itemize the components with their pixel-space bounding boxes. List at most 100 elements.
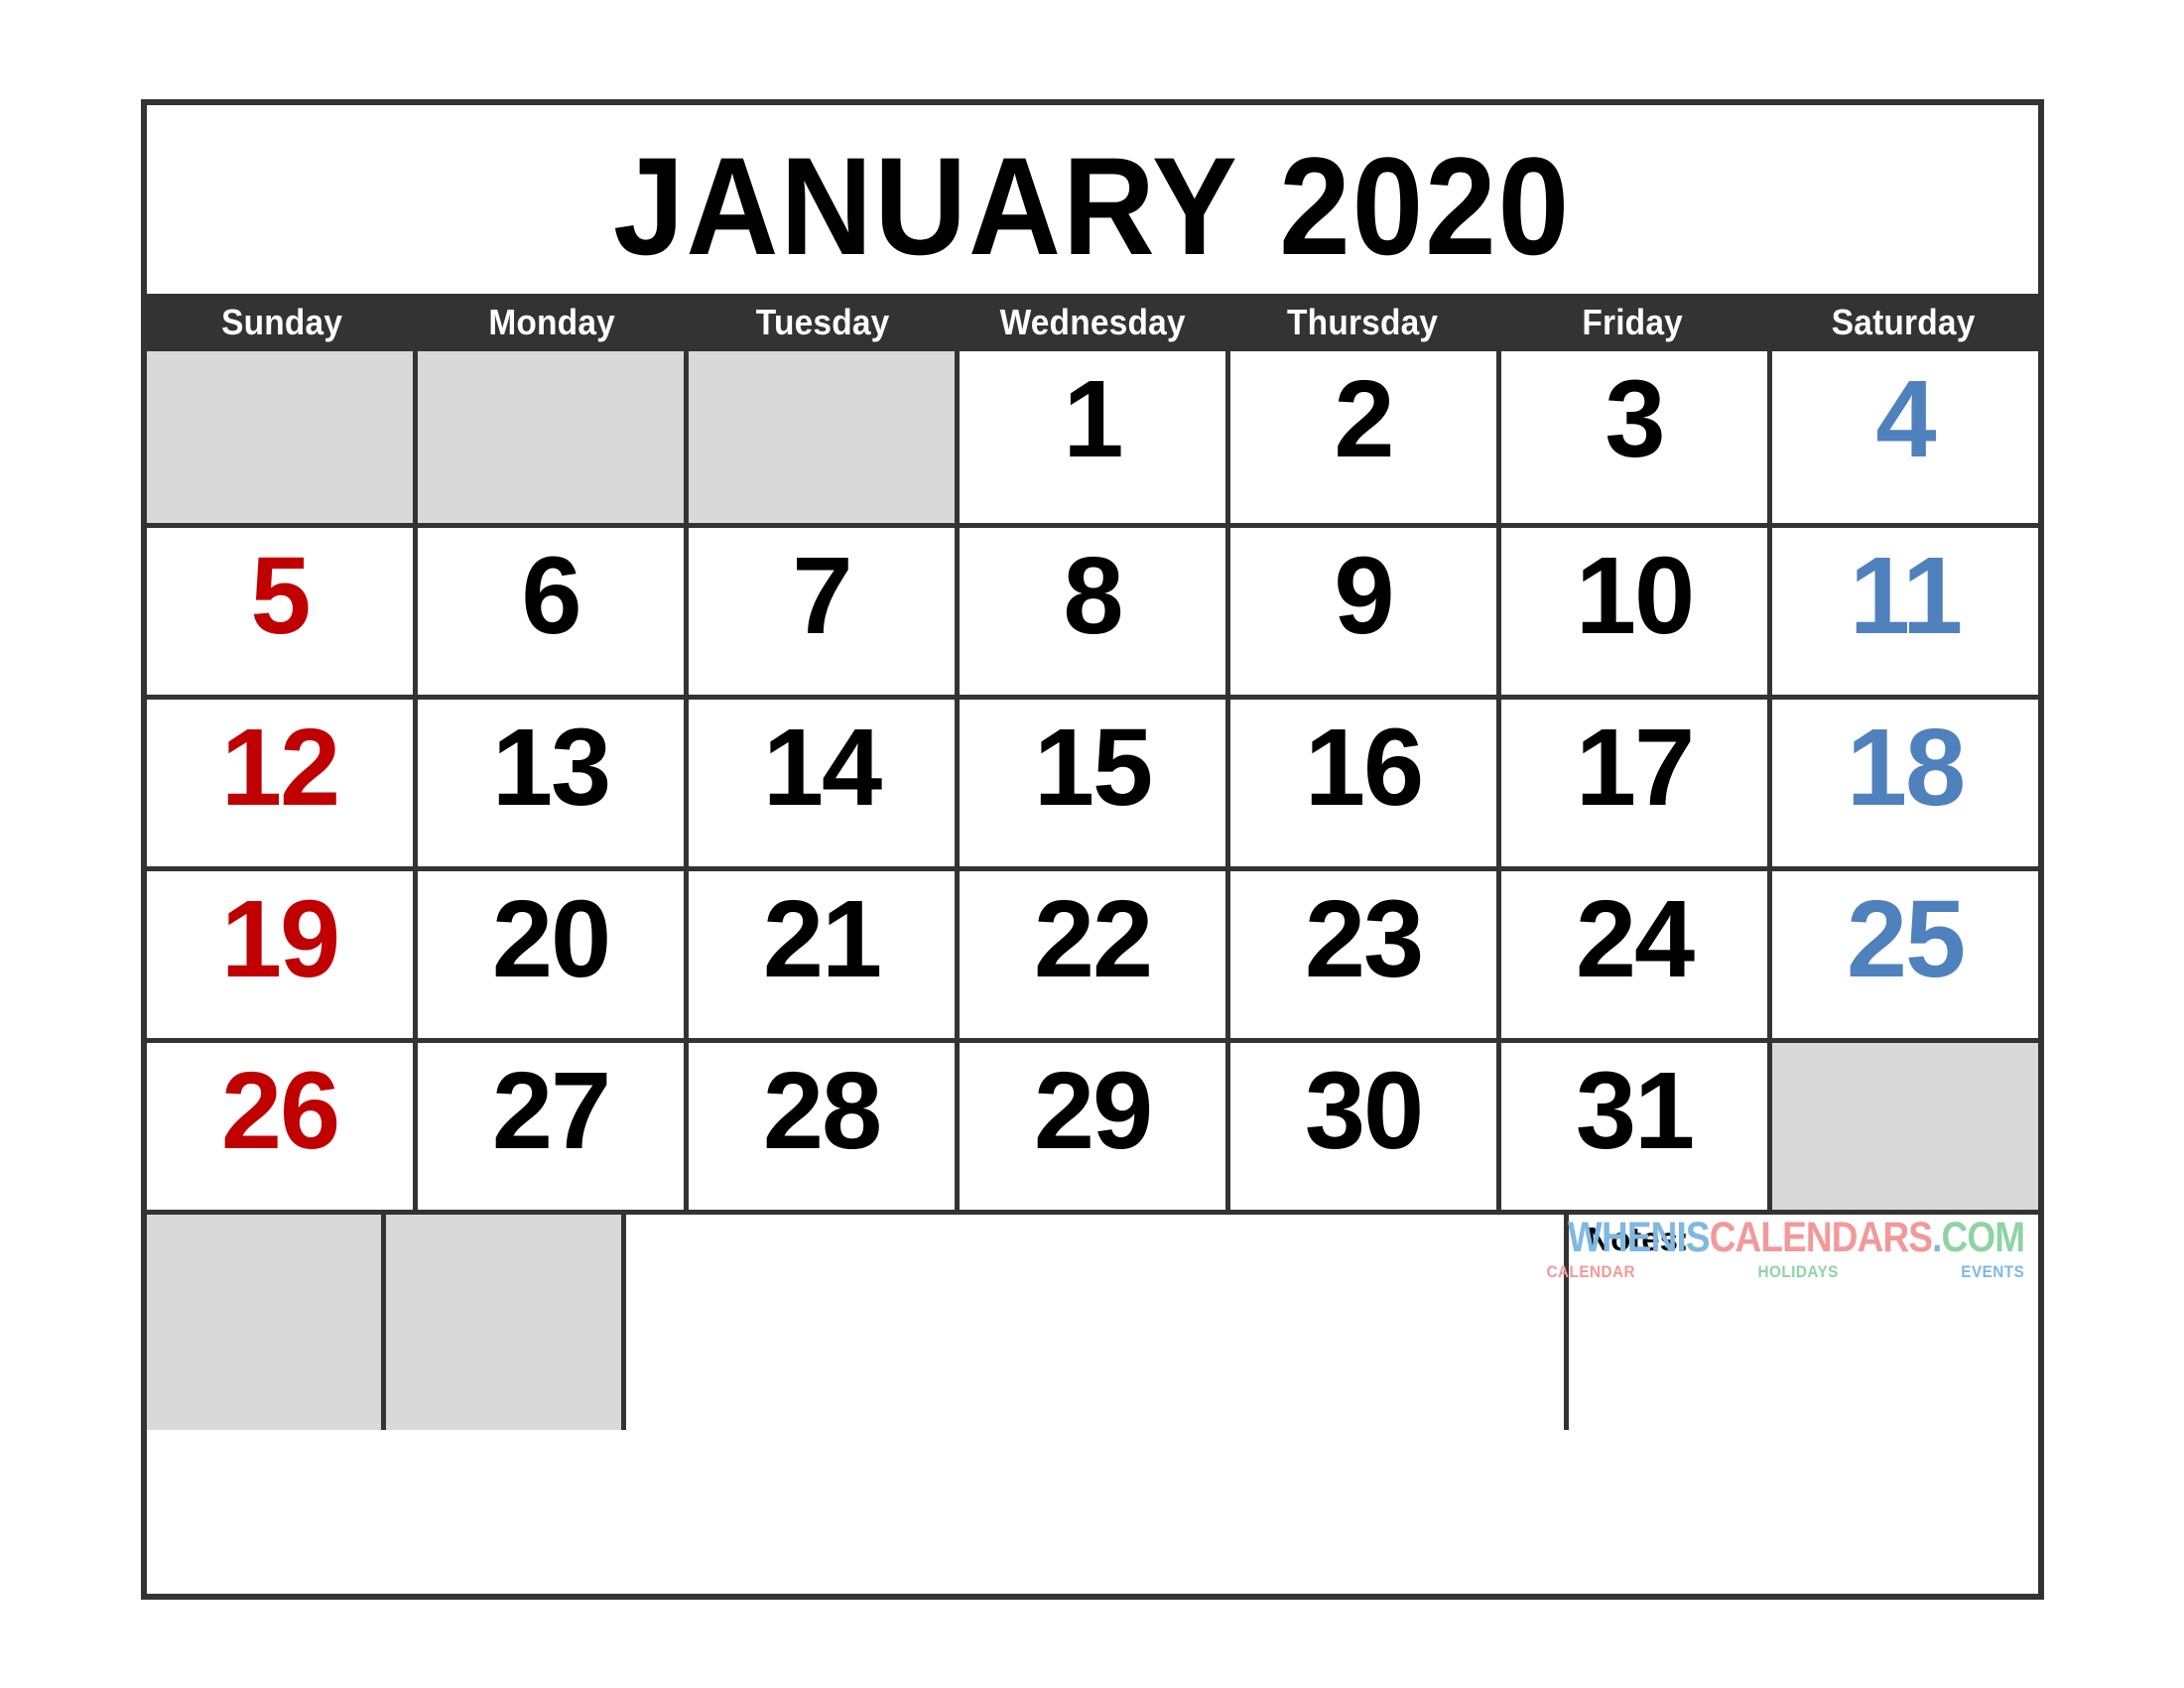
day-number: 22 <box>1033 878 1153 1000</box>
calendar-title: JANUARY 2020 <box>613 123 1571 276</box>
day-cell[interactable]: 25 <box>1767 871 2038 1038</box>
bottom-cell-empty <box>147 1215 382 1430</box>
watermark-whenis: WHENIS <box>1567 1214 1711 1261</box>
day-number: 25 <box>1846 878 1966 1000</box>
day-number: 28 <box>762 1050 882 1172</box>
day-number: 18 <box>1846 707 1966 829</box>
day-number: 27 <box>491 1050 611 1172</box>
day-cell[interactable]: 9 <box>1225 528 1496 695</box>
day-number: 24 <box>1575 878 1695 1000</box>
day-cell-empty <box>1767 1043 2038 1210</box>
bottom-cell-empty <box>381 1215 621 1430</box>
watermark-sub-holidays: HOLIDAYS <box>1757 1262 1839 1281</box>
day-cell[interactable]: 7 <box>684 528 955 695</box>
day-cell[interactable]: 28 <box>684 1043 955 1210</box>
bottom-cell-blank-wide <box>620 1215 1565 1430</box>
calendar-notes-row: Notes: WHENISCALENDARS.COM CALENDAR HOLI… <box>147 1210 2038 1430</box>
calendar-page: JANUARY 2020 Sunday Monday Tuesday Wednes… <box>0 0 2184 1688</box>
day-cell[interactable]: 15 <box>955 700 1225 866</box>
calendar-week-row: 1 2 3 4 <box>147 351 2038 523</box>
day-number: 23 <box>1304 878 1424 1000</box>
weekday-header-saturday: Saturday <box>1831 302 1976 342</box>
day-number: 20 <box>491 878 611 1000</box>
watermark-subtitles: CALENDAR HOLIDAYS EVENTS <box>1546 1263 2024 1280</box>
day-cell-empty <box>147 351 413 523</box>
day-cell[interactable]: 12 <box>147 700 413 866</box>
day-number: 14 <box>762 707 882 829</box>
weekday-header-wednesday: Wednesday <box>999 302 1186 342</box>
day-cell[interactable]: 3 <box>1496 351 1767 523</box>
calendar-week-row: 19 20 21 22 23 24 25 <box>147 866 2038 1038</box>
day-cell[interactable]: 22 <box>955 871 1225 1038</box>
watermark-calendars: CALENDARS <box>1709 1214 1932 1261</box>
day-cell[interactable]: 31 <box>1496 1043 1767 1210</box>
day-cell[interactable]: 20 <box>413 871 684 1038</box>
day-cell[interactable]: 2 <box>1225 351 1496 523</box>
day-number: 3 <box>1605 358 1665 480</box>
day-cell[interactable]: 19 <box>147 871 413 1038</box>
day-cell[interactable]: 10 <box>1496 528 1767 695</box>
day-cell[interactable]: 11 <box>1767 528 2038 695</box>
day-number: 10 <box>1575 535 1695 657</box>
day-cell[interactable]: 14 <box>684 700 955 866</box>
weekday-header-row: Sunday Monday Tuesday Wednesday Thursday… <box>147 294 2038 351</box>
day-cell[interactable]: 23 <box>1225 871 1496 1038</box>
day-cell[interactable]: 4 <box>1767 351 2038 523</box>
day-number: 1 <box>1063 358 1123 480</box>
day-number: 13 <box>491 707 611 829</box>
calendar-grid: 1 2 3 4 5 6 7 8 9 10 11 12 13 14 15 16 1… <box>147 351 2038 1594</box>
day-number: 30 <box>1304 1050 1424 1172</box>
calendar-week-row: 12 13 14 15 16 17 18 <box>147 695 2038 866</box>
notes-cell[interactable]: Notes: WHENISCALENDARS.COM CALENDAR HOLI… <box>1546 1215 2038 1430</box>
weekday-header-sunday: Sunday <box>221 302 343 342</box>
calendar-week-row: 5 6 7 8 9 10 11 <box>147 523 2038 695</box>
weekday-header-tuesday: Tuesday <box>755 302 890 342</box>
day-number: 16 <box>1304 707 1424 829</box>
day-number: 26 <box>220 1050 340 1172</box>
day-number: 7 <box>792 535 852 657</box>
day-number: 4 <box>1875 358 1936 480</box>
day-number: 15 <box>1033 707 1153 829</box>
day-cell[interactable]: 21 <box>684 871 955 1038</box>
watermark-dot: . <box>1931 1214 1942 1261</box>
day-cell[interactable]: 24 <box>1496 871 1767 1038</box>
day-cell[interactable]: 30 <box>1225 1043 1496 1210</box>
day-cell[interactable]: 17 <box>1496 700 1767 866</box>
day-number: 9 <box>1334 535 1394 657</box>
calendar-week-row: 26 27 28 29 30 31 <box>147 1038 2038 1210</box>
day-cell[interactable]: 29 <box>955 1043 1225 1210</box>
weekday-header-friday: Friday <box>1582 302 1684 342</box>
day-number: 29 <box>1033 1050 1153 1172</box>
calendar-title-month: JANUARY <box>613 128 1240 284</box>
watermark-sub-calendar: CALENDAR <box>1546 1262 1635 1281</box>
calendar-title-band: JANUARY 2020 <box>147 105 2038 294</box>
calendar-container: JANUARY 2020 Sunday Monday Tuesday Wednes… <box>141 99 2044 1600</box>
whenis-calendars-watermark: WHENISCALENDARS.COM CALENDAR HOLIDAYS EV… <box>1493 1214 2025 1281</box>
day-number: 6 <box>521 535 581 657</box>
watermark-wordmark: WHENISCALENDARS.COM <box>1567 1214 2025 1261</box>
day-cell[interactable]: 13 <box>413 700 684 866</box>
day-number: 31 <box>1575 1050 1695 1172</box>
day-number: 11 <box>1849 535 1963 657</box>
day-number: 19 <box>220 878 340 1000</box>
watermark-sub-events: EVENTS <box>1961 1262 2024 1281</box>
day-cell[interactable]: 1 <box>955 351 1225 523</box>
day-cell-empty <box>413 351 684 523</box>
day-number: 12 <box>220 707 340 829</box>
day-cell-empty <box>684 351 955 523</box>
calendar-title-year: 2020 <box>1279 128 1572 284</box>
day-cell[interactable]: 27 <box>413 1043 684 1210</box>
day-number: 21 <box>762 878 882 1000</box>
day-number: 17 <box>1575 707 1695 829</box>
weekday-header-monday: Monday <box>488 302 616 342</box>
watermark-com: COM <box>1941 1214 2025 1261</box>
weekday-header-thursday: Thursday <box>1287 302 1439 342</box>
day-cell[interactable]: 8 <box>955 528 1225 695</box>
day-cell[interactable]: 5 <box>147 528 413 695</box>
day-number: 2 <box>1334 358 1394 480</box>
day-cell[interactable]: 16 <box>1225 700 1496 866</box>
day-cell[interactable]: 26 <box>147 1043 413 1210</box>
day-cell[interactable]: 18 <box>1767 700 2038 866</box>
day-cell[interactable]: 6 <box>413 528 684 695</box>
day-number: 8 <box>1063 535 1123 657</box>
